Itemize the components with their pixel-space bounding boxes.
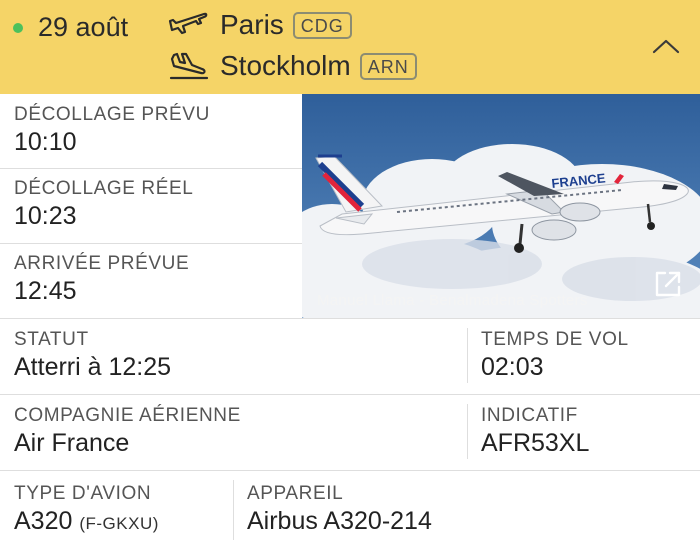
departure-row: Paris CDG <box>168 9 352 41</box>
divider <box>233 480 234 540</box>
divider <box>0 318 700 319</box>
scheduled-arrival-value: 12:45 <box>14 277 77 305</box>
divider <box>0 243 302 244</box>
arrival-row: Stockholm ARN <box>168 50 417 82</box>
scheduled-arrival: ARRIVÉE PRÉVUE 12:45 <box>14 253 189 306</box>
aircraft-cell: APPAREIL Airbus A320-214 <box>247 483 432 536</box>
arrival-city: Stockholm <box>220 50 351 81</box>
scheduled-departure-value: 10:10 <box>14 128 77 156</box>
aircraft-value: Airbus A320-214 <box>247 507 432 535</box>
external-link-icon[interactable] <box>652 268 684 300</box>
departure-code: CDG <box>292 11 352 39</box>
arrival-code: ARN <box>359 52 417 80</box>
divider <box>467 328 468 383</box>
photo-credit: Manuel Llama - Benalmadena Spotters <box>317 292 588 309</box>
scheduled-arrival-label: ARRIVÉE PRÉVUE <box>14 253 190 274</box>
divider <box>0 470 700 471</box>
aircraft-registration: (F-GKXU) <box>79 514 159 533</box>
airline-cell: COMPAGNIE AÉRIENNE Air France <box>14 405 241 458</box>
aircraft-type-value: A320 <box>14 507 73 535</box>
airline-label: COMPAGNIE AÉRIENNE <box>14 405 241 426</box>
plane-takeoff-icon <box>168 12 208 35</box>
actual-departure: DÉCOLLAGE RÉEL 10:23 <box>14 178 193 231</box>
flight-time-label: TEMPS DE VOL <box>481 329 629 350</box>
callsign-value: AFR53XL <box>481 429 590 457</box>
chevron-up-icon[interactable] <box>652 38 680 54</box>
actual-departure-label: DÉCOLLAGE RÉEL <box>14 178 194 199</box>
status-value: Atterri à 12:25 <box>14 353 172 381</box>
status-cell: STATUT Atterri à 12:25 <box>14 329 171 382</box>
aircraft-type-cell: TYPE D'AVION A320 (F-GKXU) <box>14 483 159 536</box>
aircraft-label: APPAREIL <box>247 483 344 504</box>
aircraft-type-value-row: A320 (F-GKXU) <box>14 507 159 536</box>
divider <box>0 168 302 169</box>
actual-departure-value: 10:23 <box>14 202 77 230</box>
status-label: STATUT <box>14 329 89 350</box>
aircraft-photo-image: FRANCE <box>302 94 700 318</box>
divider <box>467 404 468 459</box>
callsign-cell: INDICATIF AFR53XL <box>481 405 589 458</box>
callsign-label: INDICATIF <box>481 405 578 426</box>
departure-city: Paris <box>220 9 284 40</box>
plane-landing-icon <box>169 52 209 80</box>
scheduled-departure-label: DÉCOLLAGE PRÉVU <box>14 104 210 125</box>
flight-time-value: 02:03 <box>481 353 544 381</box>
flight-header[interactable]: 29 août Paris CDG Stockholm ARN <box>0 0 700 94</box>
divider <box>0 394 700 395</box>
aircraft-type-label: TYPE D'AVION <box>14 483 152 504</box>
flight-date: 29 août <box>38 12 129 42</box>
flight-time-cell: TEMPS DE VOL 02:03 <box>481 329 629 382</box>
aircraft-photo[interactable]: FRANCE Manuel Llama - Benalmadena Spotte… <box>302 94 700 318</box>
status-dot <box>13 23 23 33</box>
airline-value: Air France <box>14 429 130 457</box>
scheduled-departure: DÉCOLLAGE PRÉVU 10:10 <box>14 104 210 157</box>
